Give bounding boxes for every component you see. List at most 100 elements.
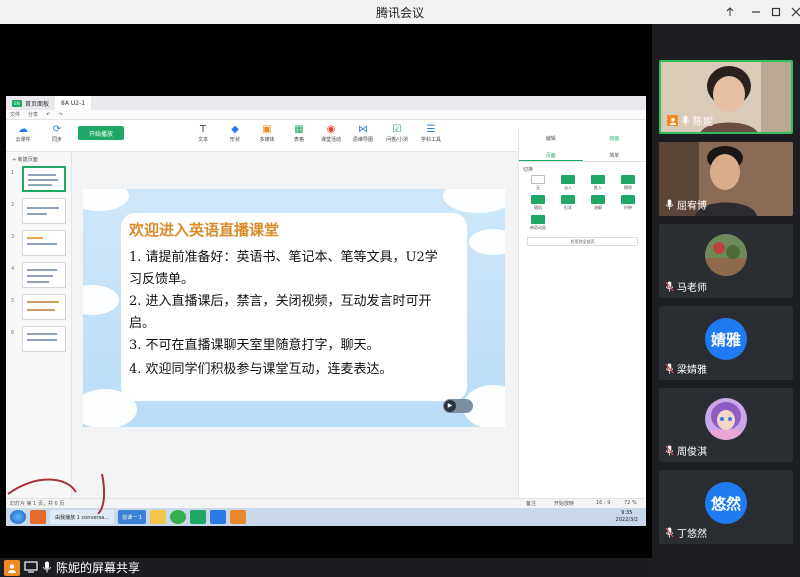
title-bar: 腾讯会议 bbox=[0, 0, 800, 24]
sync-button[interactable]: ⟳ 同步 bbox=[46, 123, 68, 143]
participant-tile[interactable]: 周俊淇 bbox=[659, 388, 793, 462]
taskbar-item-active[interactable]: 授课一 1 bbox=[118, 510, 146, 524]
tab-animation-label: 动画 bbox=[609, 136, 620, 142]
table-icon: ▦ bbox=[294, 124, 304, 135]
effect-clock[interactable]: 时钟 bbox=[615, 195, 641, 211]
slide-title: 欢迎进入英语直播课堂 bbox=[129, 221, 280, 239]
thumb-line bbox=[28, 174, 56, 176]
tab-document[interactable]: 8A U2-1 bbox=[55, 96, 92, 110]
tool-table[interactable]: ▦ 表格 bbox=[288, 123, 310, 143]
apply-all-label: 应用到全部页 bbox=[570, 239, 595, 244]
slide-item: 2. 进入直播课后，禁言，关闭视频，互动发言时可开启。 bbox=[129, 294, 432, 331]
thumb-line bbox=[27, 269, 57, 271]
slide-thumbnail[interactable] bbox=[22, 166, 66, 192]
pin-icon[interactable] bbox=[716, 0, 744, 24]
tab-home[interactable]: EN 首页面板 bbox=[6, 96, 55, 110]
effect-magic[interactable]: 神奇动画 bbox=[525, 215, 551, 231]
current-slide[interactable]: 欢迎进入英语直播课堂 1. 请提前准备好：英语书、笔记本、笔等文具，U2学习反馈… bbox=[83, 189, 505, 427]
participant-name-row: 丁悠然 bbox=[665, 525, 707, 540]
folder-icon[interactable] bbox=[150, 510, 166, 524]
effect-swatch bbox=[591, 195, 605, 204]
undo-icon[interactable]: ↶ bbox=[46, 112, 50, 118]
tool-mindmap[interactable]: ⋈ 思维导图 bbox=[352, 123, 374, 143]
mic-muted-icon bbox=[665, 363, 674, 374]
courseware-app-icon[interactable] bbox=[190, 510, 206, 524]
effect-random[interactable]: 随机 bbox=[525, 195, 551, 211]
thumb-number: 4 bbox=[11, 266, 15, 272]
effect-label: 淡入 bbox=[564, 185, 572, 190]
effect-label: 随机 bbox=[534, 205, 542, 210]
slide-thumbnail[interactable] bbox=[22, 198, 66, 224]
browser-icon[interactable] bbox=[170, 510, 186, 524]
tab-simple-label: 简单 bbox=[609, 153, 620, 159]
transition-section-label: 切换 bbox=[523, 167, 534, 173]
tab-simple[interactable]: 简单 bbox=[583, 150, 647, 161]
tool-quiz[interactable]: ☑ 问卷/小测 bbox=[386, 123, 408, 143]
slide-thumbnail[interactable] bbox=[22, 230, 66, 256]
start-slideshow-button[interactable]: 开始播放 bbox=[78, 126, 124, 140]
tab-page[interactable]: 页面 bbox=[519, 150, 583, 161]
zoom-level[interactable]: 72 % bbox=[624, 500, 637, 506]
cloud-courseware-button[interactable]: ☁ 云课件 bbox=[12, 123, 34, 143]
mic-muted-icon bbox=[665, 527, 674, 538]
effect-dissolve[interactable]: 溶解 bbox=[585, 195, 611, 211]
cloud-courseware-label: 云课件 bbox=[15, 137, 31, 143]
slide-thumbnail[interactable] bbox=[22, 294, 66, 320]
tab-animation[interactable]: 动画 bbox=[583, 128, 647, 150]
screen-share-icon bbox=[24, 558, 38, 577]
effect-push[interactable]: 推入 bbox=[585, 175, 611, 191]
play-icon[interactable]: ▶ bbox=[444, 400, 456, 412]
thumb-line bbox=[27, 237, 43, 239]
avatar-initials: 婧雅 bbox=[710, 330, 741, 349]
start-show-status[interactable]: 开始放映 bbox=[554, 500, 574, 507]
tool-media[interactable]: ▣ 多媒体 bbox=[256, 123, 278, 143]
participant-tile[interactable]: 悠然 丁悠然 bbox=[659, 470, 793, 544]
effect-swatch bbox=[561, 175, 575, 184]
slide-thumbnail[interactable] bbox=[22, 326, 66, 352]
editor-area: + 新建页面 1 2 3 4 5 6 欢迎进入英语直播课堂 1. 请提前准备好：… bbox=[6, 128, 647, 498]
thumb-number: 3 bbox=[11, 234, 15, 240]
tool-text[interactable]: T 文本 bbox=[192, 123, 214, 143]
subject-tools-icon: ☰ bbox=[426, 124, 436, 135]
participant-tile[interactable]: 婧雅 梁婧雅 bbox=[659, 306, 793, 380]
aspect-ratio[interactable]: 16 : 9 bbox=[596, 500, 610, 506]
effect-wipe[interactable]: 擦除 bbox=[615, 175, 641, 191]
close-icon[interactable] bbox=[782, 0, 800, 24]
participant-tile[interactable]: 马老师 bbox=[659, 224, 793, 298]
participant-tile[interactable]: 屈宥博 bbox=[659, 142, 793, 216]
effect-swatch bbox=[531, 215, 545, 224]
screen-share-label: 陈妮的屏幕共享 bbox=[56, 561, 141, 575]
mic-muted-icon bbox=[665, 281, 674, 292]
slide-thumbnail[interactable] bbox=[22, 262, 66, 288]
user-icon bbox=[4, 559, 20, 576]
meeting-window: 腾讯会议 EN 首页面板 8A U2-1 文件 分享 ↶ ↷ ☁ 云课件 ⟳ 同… bbox=[0, 0, 800, 577]
effect-none[interactable]: 无 bbox=[525, 175, 551, 191]
cloud-decoration bbox=[469, 229, 505, 255]
effect-fade[interactable]: 淡入 bbox=[555, 175, 581, 191]
screen-share-bar: 陈妮的屏幕共享 bbox=[0, 558, 652, 577]
new-page-button[interactable]: + 新建页面 bbox=[6, 152, 71, 167]
tool-text-label: 文本 bbox=[197, 137, 208, 143]
tool-activity[interactable]: ◉ 课堂活动 bbox=[320, 123, 342, 143]
redo-icon[interactable]: ↷ bbox=[58, 112, 62, 118]
meeting-app-icon[interactable] bbox=[210, 510, 226, 524]
tab-edit[interactable]: 编辑 bbox=[519, 128, 583, 150]
player-icon[interactable] bbox=[230, 510, 246, 524]
window-title: 腾讯会议 bbox=[375, 5, 424, 20]
menu-share[interactable]: 分享 bbox=[28, 111, 38, 118]
presentation-app: EN 首页面板 8A U2-1 文件 分享 ↶ ↷ ☁ 云课件 ⟳ 同步 开始播… bbox=[6, 96, 646, 526]
participant-name: 周俊淇 bbox=[677, 447, 707, 458]
notes-toggle[interactable]: 备注 bbox=[526, 500, 536, 507]
effect-shape[interactable]: 形状 bbox=[555, 195, 581, 211]
app-tab-bar: EN 首页面板 8A U2-1 bbox=[6, 96, 646, 110]
menu-file[interactable]: 文件 bbox=[10, 111, 20, 118]
panel-mode-tabs: 编辑 动画 bbox=[519, 128, 646, 150]
tool-shape[interactable]: ◆ 形状 bbox=[224, 123, 246, 143]
thumb-line bbox=[27, 243, 57, 245]
tab-page-label: 页面 bbox=[545, 153, 556, 159]
participant-tile[interactable]: 陈妮 bbox=[659, 60, 793, 134]
annotation-stroke bbox=[7, 473, 106, 514]
apply-all-button[interactable]: 应用到全部页 bbox=[527, 237, 638, 246]
tool-subject[interactable]: ☰ 学科工具 bbox=[420, 123, 442, 143]
thumb-line bbox=[27, 213, 47, 215]
